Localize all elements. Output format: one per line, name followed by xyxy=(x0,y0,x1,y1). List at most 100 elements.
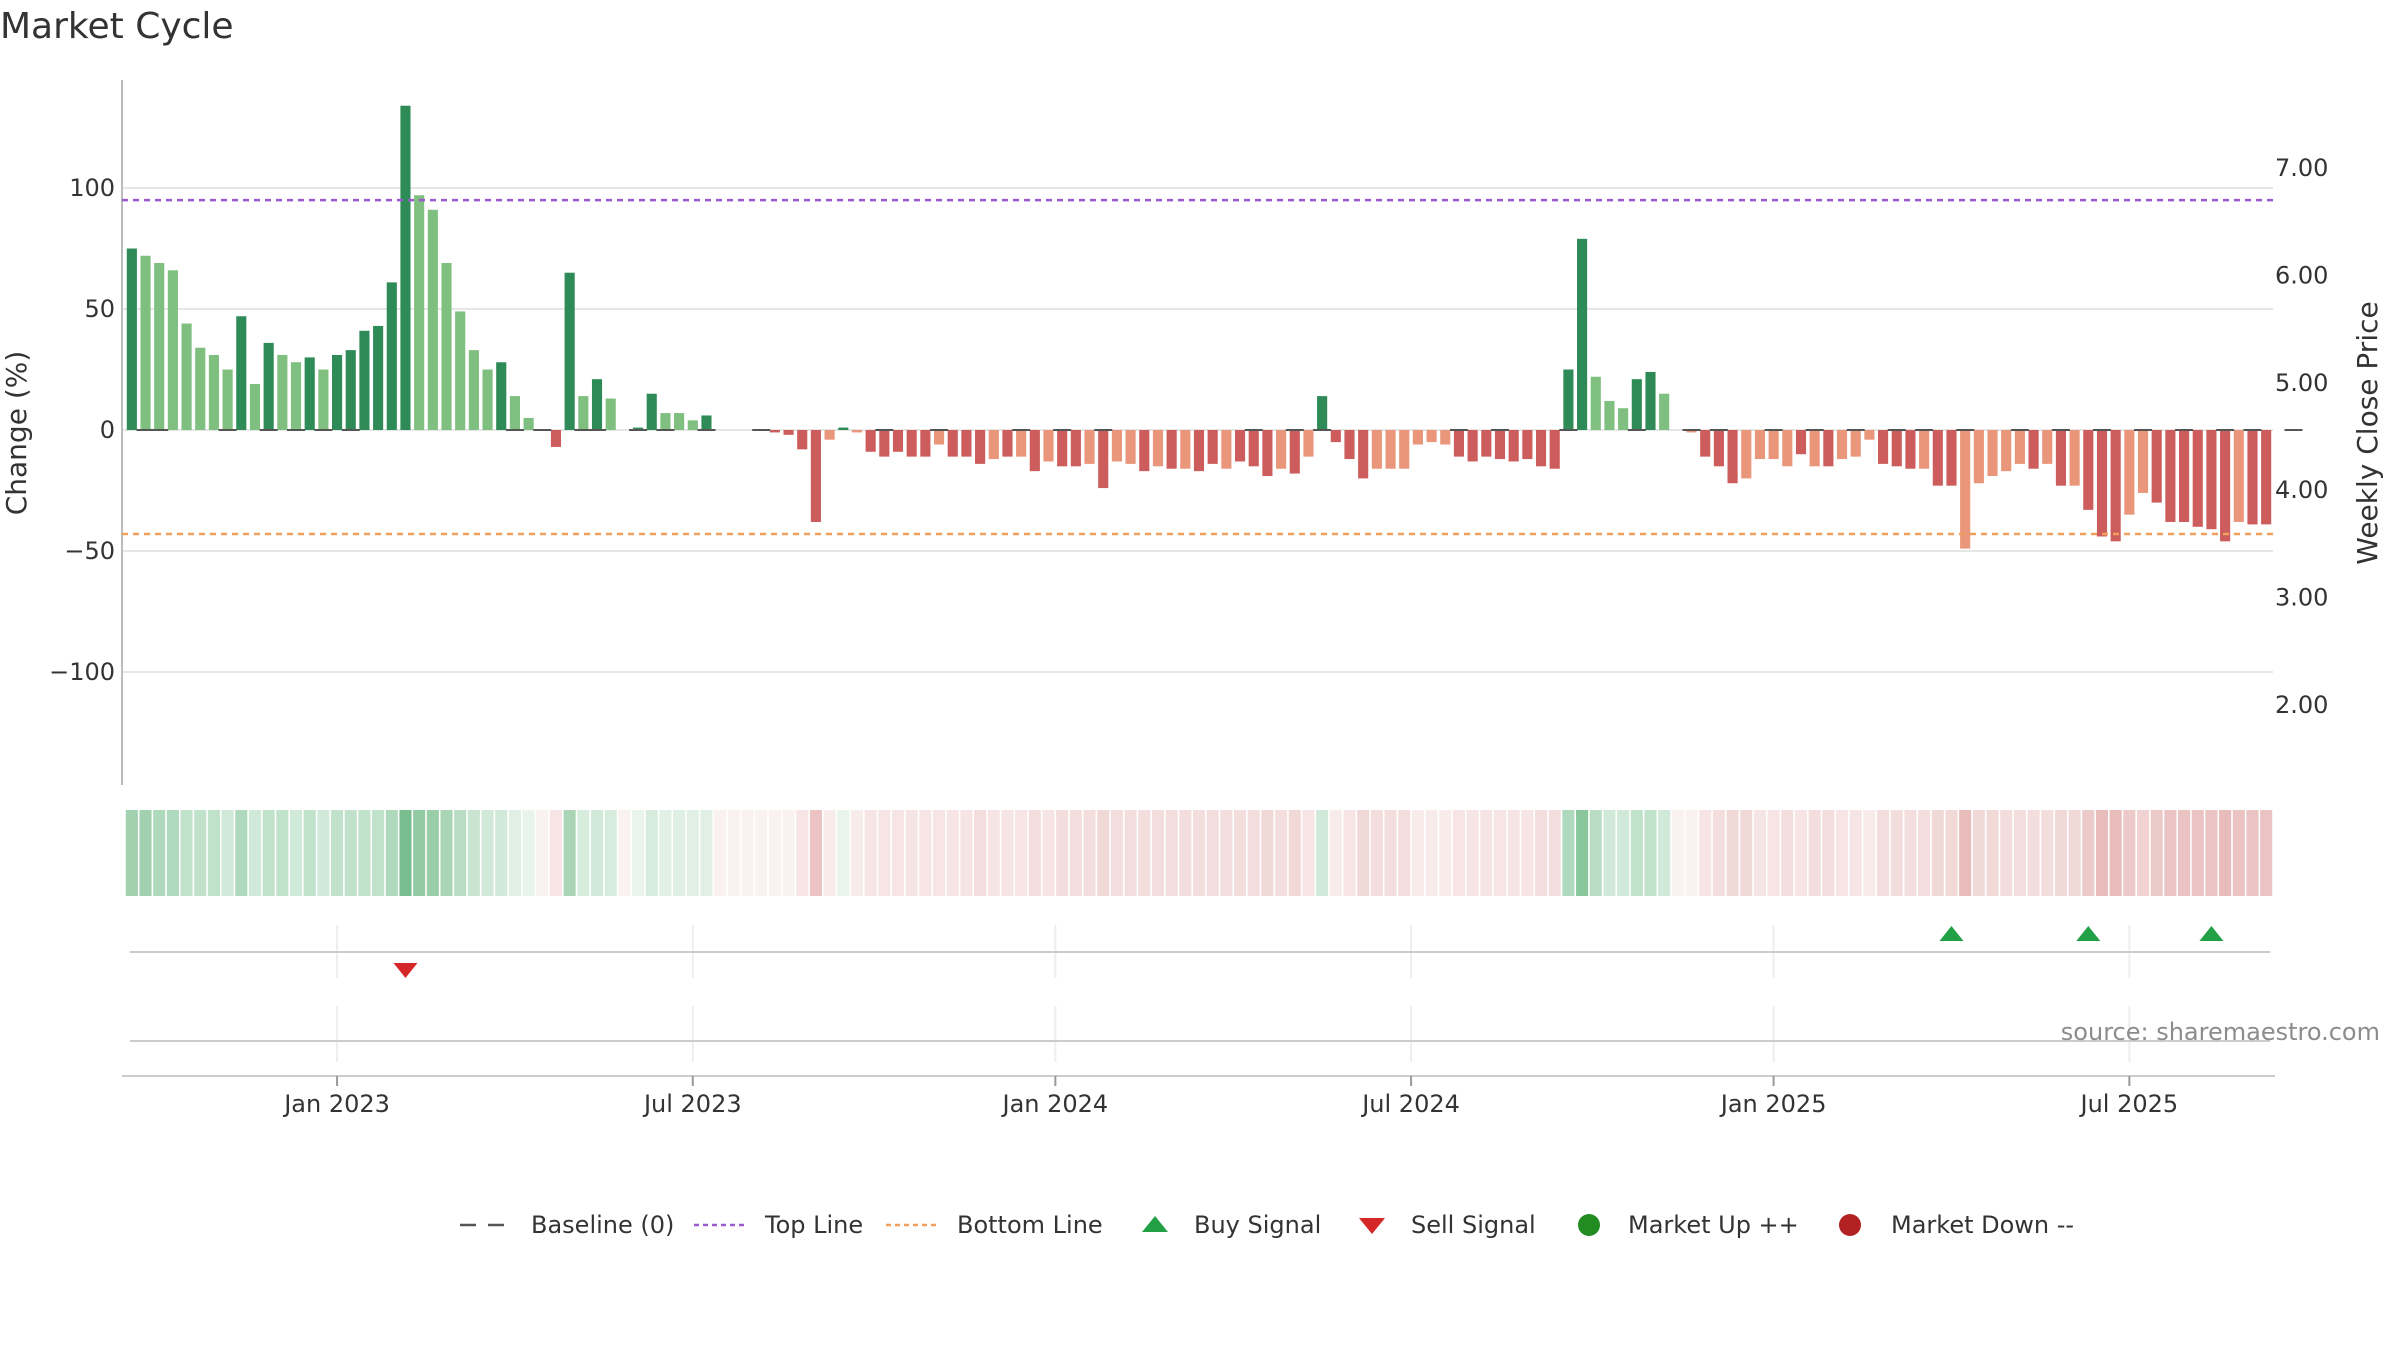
heatmap-cell xyxy=(1767,810,1780,896)
heatmap-cell xyxy=(139,810,152,896)
x-tick-label: Jul 2025 xyxy=(2079,1090,2179,1118)
y2-tick-label: 4.00 xyxy=(2275,476,2328,504)
change-bar xyxy=(1358,430,1369,479)
heatmap-cell xyxy=(1124,810,1137,896)
heatmap-cell xyxy=(686,810,699,896)
change-bar xyxy=(2179,430,2190,522)
change-bar xyxy=(1960,430,1971,549)
legend-item: Bottom Line xyxy=(886,1211,1103,1239)
change-bar xyxy=(1371,430,1382,469)
heatmap-cell xyxy=(864,810,877,896)
heatmap-cell xyxy=(1439,810,1452,896)
heatmap-cell xyxy=(1343,810,1356,896)
heatmap-cell xyxy=(1234,810,1247,896)
change-bar xyxy=(1276,430,1287,469)
heatmap-cell xyxy=(508,810,521,896)
heatmap-cell xyxy=(1206,810,1219,896)
heatmap-cell xyxy=(741,810,754,896)
x-tick-label: Jul 2024 xyxy=(1360,1090,1460,1118)
change-bar xyxy=(2069,430,2080,486)
heatmap-cell xyxy=(426,810,439,896)
change-bar xyxy=(1330,430,1341,443)
legend: Baseline (0) Top Line Bottom Line Buy Signa… xyxy=(460,1211,2074,1239)
heatmap-cell xyxy=(1302,810,1315,896)
change-bar xyxy=(1234,430,1246,462)
change-bar xyxy=(1070,430,1081,467)
change-bar xyxy=(2014,430,2025,464)
change-bar xyxy=(1508,430,1519,462)
heatmap-cell xyxy=(344,810,357,896)
change-bar xyxy=(1836,430,1848,460)
heatmap-cell xyxy=(1931,810,1944,896)
change-bar xyxy=(947,430,958,457)
y2-tick-label: 5.00 xyxy=(2275,369,2328,397)
heatmap-cell xyxy=(385,810,398,896)
change-bar xyxy=(1481,430,1492,457)
change-bar xyxy=(810,430,821,522)
change-bar xyxy=(2206,430,2217,530)
change-bar xyxy=(1727,430,1738,484)
change-bar xyxy=(523,417,534,430)
legend-label: Bottom Line xyxy=(957,1211,1103,1239)
heatmap-cell xyxy=(1275,810,1288,896)
heatmap-cell xyxy=(2000,810,2013,896)
change-bar xyxy=(1850,430,1861,457)
legend-market-up-swatch xyxy=(1578,1214,1600,1236)
heatmap-cell xyxy=(755,810,768,896)
weekly-change-bars xyxy=(126,105,2272,549)
change-bar xyxy=(1864,430,1875,440)
legend-item: Top Line xyxy=(694,1211,863,1239)
heatmap-cell xyxy=(1179,810,1192,896)
change-bar xyxy=(1453,430,1465,457)
heatmap-cell xyxy=(1548,810,1561,896)
heatmap-cell xyxy=(1671,810,1684,896)
heatmap-cell xyxy=(1959,810,1972,896)
change-bar xyxy=(1289,430,1300,474)
heatmap-cell xyxy=(2205,810,2218,896)
change-bar xyxy=(1043,430,1054,462)
change-bar xyxy=(865,430,876,452)
y2-tick-label: 3.00 xyxy=(2275,584,2328,612)
heatmap-cell xyxy=(2191,810,2204,896)
heatmap-cell xyxy=(1658,810,1671,896)
change-bar xyxy=(2055,430,2066,486)
heatmap-cell xyxy=(1097,810,1110,896)
y-tick-label: 0 xyxy=(100,416,115,444)
change-bar xyxy=(674,413,685,430)
legend-label: Market Down -- xyxy=(1891,1211,2074,1239)
heatmap-cell xyxy=(1562,810,1575,896)
heatmap-cell xyxy=(2027,810,2040,896)
change-bar xyxy=(263,342,274,430)
heatmap-cell xyxy=(1001,810,1014,896)
heatmap-cell xyxy=(522,810,535,896)
change-bar xyxy=(1166,430,1177,469)
change-bar xyxy=(400,105,411,430)
heatmap-cell xyxy=(1247,810,1260,896)
heatmap-cell xyxy=(782,810,795,896)
y-axis-label: Change (%) xyxy=(0,351,33,516)
heatmap-cell xyxy=(1261,810,1274,896)
change-bar xyxy=(332,354,343,430)
heatmap-cell xyxy=(645,810,658,896)
change-bar xyxy=(195,347,206,430)
heatmap-cell xyxy=(331,810,344,896)
heatmap-cell xyxy=(1316,810,1329,896)
change-bar xyxy=(605,398,616,430)
heatmap-cell xyxy=(276,810,289,896)
change-bar xyxy=(1535,430,1547,467)
buy-signal-marker xyxy=(2199,926,2224,941)
change-bar xyxy=(1645,371,1656,430)
change-bar xyxy=(701,415,712,430)
heatmap-cell xyxy=(1521,810,1534,896)
change-bar xyxy=(933,430,945,445)
heatmap-cell xyxy=(1808,810,1821,896)
change-bar xyxy=(277,354,288,430)
heatmap-cell xyxy=(850,810,864,896)
heatmap-cell xyxy=(974,810,987,896)
change-bar xyxy=(414,195,425,430)
heatmap-cell xyxy=(2232,810,2245,896)
change-bar xyxy=(304,357,315,430)
change-bar xyxy=(1262,430,1273,476)
change-bar xyxy=(208,354,219,430)
heatmap-cell xyxy=(1042,810,1055,896)
